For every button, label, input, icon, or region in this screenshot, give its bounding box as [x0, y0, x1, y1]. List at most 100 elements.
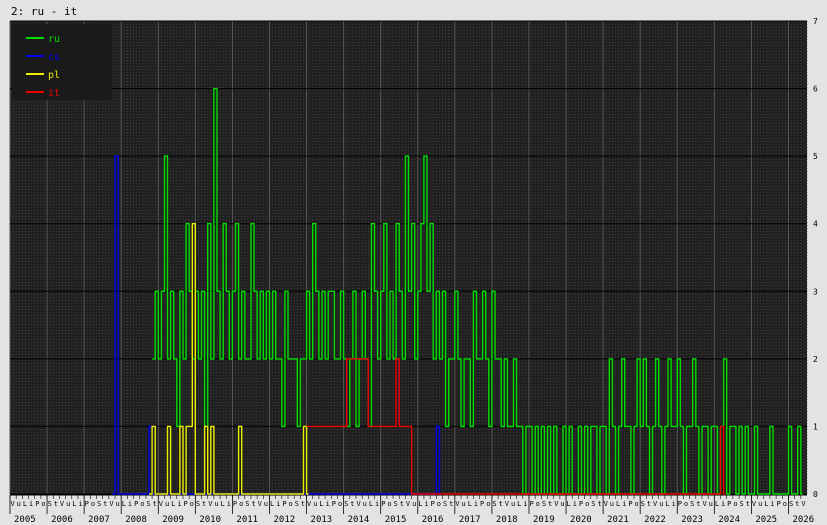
month-label: V: [752, 500, 757, 508]
month-label: o: [387, 500, 391, 508]
month-label: i: [474, 500, 478, 508]
year-label: 2026: [792, 515, 814, 525]
month-label: o: [733, 500, 737, 508]
month-label: u: [313, 500, 317, 508]
y-axis-ticks: 0 1 2 3 4 5 6 7: [813, 17, 818, 499]
y-tick-label: 5: [813, 152, 818, 161]
month-label: u: [560, 500, 564, 508]
month-label: L: [171, 500, 175, 508]
month-label: u: [66, 500, 70, 508]
month-label: L: [567, 500, 571, 508]
month-label: o: [486, 500, 490, 508]
month-label: L: [715, 500, 719, 508]
month-label: P: [332, 500, 336, 508]
month-label: S: [97, 500, 101, 508]
month-label: u: [462, 500, 466, 508]
month-label: i: [424, 500, 428, 508]
month-label: t: [202, 500, 206, 508]
month-label: L: [665, 500, 669, 508]
month-label: i: [573, 500, 577, 508]
year-label: 2012: [273, 515, 295, 525]
month-label: u: [758, 500, 762, 508]
month-label: L: [72, 500, 76, 508]
y-tick-label: 2: [813, 355, 818, 364]
y-tick-label: 7: [813, 17, 818, 26]
year-label: 2009: [162, 515, 184, 525]
year-label: 2006: [51, 515, 73, 525]
month-label: V: [604, 500, 609, 508]
month-label: L: [221, 500, 225, 508]
year-label: 2025: [755, 515, 777, 525]
year-label: 2021: [607, 515, 629, 525]
month-label: L: [122, 500, 126, 508]
month-label: i: [375, 500, 379, 508]
legend-label-pl: pl: [48, 70, 60, 81]
month-label: P: [183, 500, 187, 508]
legend-box: [12, 24, 112, 100]
month-label: t: [400, 500, 404, 508]
year-label: 2024: [718, 515, 740, 525]
month-label: i: [523, 500, 527, 508]
month-label: o: [289, 500, 293, 508]
year-label: 2020: [570, 515, 592, 525]
month-label: P: [134, 500, 138, 508]
y-tick-label: 1: [813, 422, 818, 431]
month-label: P: [381, 500, 385, 508]
month-label: S: [542, 500, 546, 508]
month-label: V: [159, 500, 164, 508]
month-label: V: [11, 500, 16, 508]
month-label: u: [116, 500, 120, 508]
month-label: i: [29, 500, 33, 508]
month-label: u: [511, 500, 515, 508]
month-label: V: [60, 500, 65, 508]
month-label: S: [641, 500, 645, 508]
month-label: o: [684, 500, 688, 508]
month-label: o: [635, 500, 639, 508]
month-label: i: [326, 500, 330, 508]
year-label: 2022: [644, 515, 666, 525]
month-label: P: [35, 500, 39, 508]
y-tick-label: 3: [813, 287, 818, 296]
year-label: 2015: [385, 515, 407, 525]
month-label: i: [276, 500, 280, 508]
month-label: P: [85, 500, 89, 508]
year-label: 2016: [422, 515, 444, 525]
month-label: u: [412, 500, 416, 508]
year-label: 2017: [459, 515, 481, 525]
legend: ru cs pl it: [12, 24, 112, 100]
month-label: S: [690, 500, 694, 508]
month-label: t: [597, 500, 601, 508]
month-label: o: [91, 500, 95, 508]
month-label: t: [499, 500, 503, 508]
month-label: L: [270, 500, 274, 508]
chart-title: 2: ru - it: [11, 5, 77, 18]
month-label: o: [585, 500, 589, 508]
chart-canvas: 2: ru - it 01234567 VuLiPoStVuLiPoStVuLi…: [9, 5, 818, 525]
month-label: o: [239, 500, 243, 508]
month-label: t: [153, 500, 157, 508]
month-label: S: [492, 500, 496, 508]
month-label: S: [394, 500, 398, 508]
month-label: i: [227, 500, 231, 508]
month-label: o: [190, 500, 194, 508]
month-label: L: [319, 500, 323, 508]
month-label: P: [431, 500, 435, 508]
month-label: t: [251, 500, 255, 508]
x-axis-labels: VuLiPoStVuLiPoStVuLiPoStVuLiPoStVuLiPoSt…: [9, 494, 814, 525]
month-label: P: [529, 500, 533, 508]
month-label: t: [795, 500, 799, 508]
month-label: P: [480, 500, 484, 508]
year-label: 2019: [533, 515, 555, 525]
month-label: S: [196, 500, 200, 508]
year-label: 2014: [348, 515, 370, 525]
month-label: i: [128, 500, 132, 508]
month-label: L: [418, 500, 422, 508]
year-label: 2005: [14, 515, 36, 525]
month-label: P: [233, 500, 237, 508]
month-label: V: [258, 500, 263, 508]
month-label: t: [746, 500, 750, 508]
month-label: o: [140, 500, 144, 508]
month-label: S: [295, 500, 299, 508]
month-label: i: [177, 500, 181, 508]
month-label: o: [437, 500, 441, 508]
